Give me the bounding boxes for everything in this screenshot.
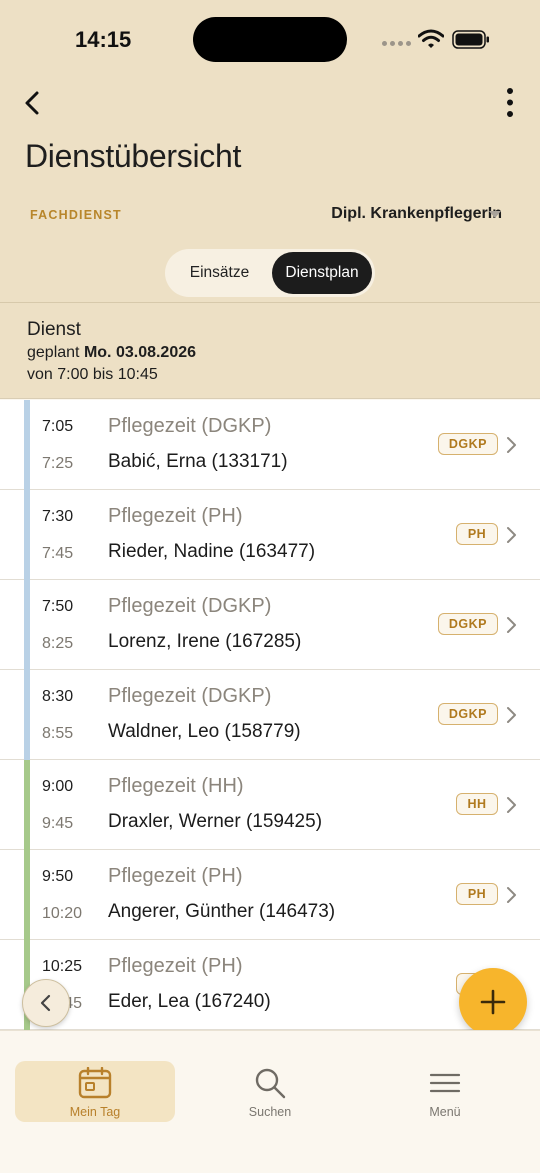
- tab-label: Mein Tag: [69, 1105, 121, 1119]
- tab-mein-tag[interactable]: Mein Tag: [15, 1061, 175, 1122]
- qualification-badge: DGKP: [437, 613, 498, 635]
- patient-name: Eder, Lea (167240): [108, 991, 271, 1012]
- back-button[interactable]: [18, 86, 48, 120]
- time-start: 9:50: [42, 868, 74, 885]
- time-end: 7:25: [42, 455, 74, 472]
- patient-name: Draxler, Werner (159425): [108, 811, 323, 832]
- time-end: 7:45: [42, 545, 74, 562]
- tab-suchen[interactable]: Suchen: [190, 1061, 350, 1122]
- chevron-left-icon: [40, 994, 51, 1012]
- service-name: Pflegezeit (DGKP): [108, 685, 272, 707]
- service-name: Pflegezeit (PH): [108, 505, 243, 527]
- wifi-icon: [418, 29, 444, 48]
- row-color-bar: [24, 760, 30, 850]
- chevron-left-icon: [25, 91, 39, 115]
- qualification-badge: DGKP: [437, 703, 498, 725]
- search-icon: [255, 1068, 286, 1099]
- chevron-right-icon: [507, 707, 516, 723]
- appointment-row[interactable]: 9:50 10:20 Pflegezeit (PH) Angerer, Günt…: [0, 850, 540, 940]
- plus-icon: [480, 989, 506, 1015]
- appointment-row[interactable]: 7:30 7:45 Pflegezeit (PH) Rieder, Nadine…: [0, 490, 540, 580]
- appointment-row[interactable]: 7:50 8:25 Pflegezeit (DGKP) Lorenz, Iren…: [0, 580, 540, 670]
- dienst-time-range: von 7:00 bis 10:45: [27, 366, 158, 383]
- row-color-bar: [24, 580, 30, 670]
- tab-bar: Mein Tag Suchen Menü: [0, 1030, 540, 1173]
- previous-button[interactable]: [22, 979, 70, 1027]
- time-start: 7:30: [42, 508, 74, 525]
- battery-icon: [452, 30, 489, 49]
- status-time: 14:15: [75, 27, 132, 52]
- qualification-badge: HH: [456, 793, 498, 815]
- time-start: 7:50: [42, 598, 74, 615]
- patient-name: Rieder, Nadine (163477): [108, 541, 316, 562]
- service-name: Pflegezeit (PH): [108, 955, 243, 977]
- row-color-bar: [24, 850, 30, 940]
- row-color-bar: [24, 400, 30, 490]
- page-title: Dienstübersicht: [25, 138, 242, 174]
- time-end: 10:20: [42, 905, 83, 922]
- patient-name: Lorenz, Irene (167285): [108, 631, 302, 652]
- patient-name: Angerer, Günther (146473): [108, 901, 336, 922]
- patient-name: Babić, Erna (133171): [108, 451, 288, 472]
- qualification-badge: PH: [456, 883, 498, 905]
- more-vertical-icon: [507, 88, 513, 117]
- role-select[interactable]: Dipl. KrankenpflegerIn: [331, 205, 502, 223]
- service-name: Pflegezeit (PH): [108, 865, 243, 887]
- time-start: 10:25: [42, 958, 83, 975]
- tab-menu[interactable]: Menü: [365, 1061, 525, 1122]
- chevron-right-icon: [507, 887, 516, 903]
- time-start: 7:05: [42, 418, 74, 435]
- appointment-row[interactable]: 8:30 8:55 Pflegezeit (DGKP) Waldner, Leo…: [0, 670, 540, 760]
- header: 14:15 Dienstübersicht FACHDIENST Dipl. K…: [0, 0, 540, 302]
- tab-label: Menü: [429, 1105, 461, 1119]
- appointment-row[interactable]: 7:05 7:25 Pflegezeit (DGKP) Babić, Erna …: [0, 400, 540, 490]
- chevron-right-icon: [507, 617, 516, 633]
- dynamic-island: [193, 17, 347, 62]
- row-color-bar: [24, 490, 30, 580]
- caret-down-icon[interactable]: [489, 211, 501, 219]
- dienst-title: Dienst: [27, 319, 81, 340]
- planned-prefix: geplant: [27, 344, 80, 361]
- segment-dienstplan[interactable]: Dienstplan: [272, 252, 372, 294]
- chevron-right-icon: [507, 527, 516, 543]
- signal-icon: [382, 41, 411, 46]
- more-options-button[interactable]: [498, 86, 522, 120]
- status-bar: 14:15: [0, 0, 540, 80]
- appointment-row[interactable]: 9:00 9:45 Pflegezeit (HH) Draxler, Werne…: [0, 760, 540, 850]
- dienst-summary: Dienst geplant Mo. 03.08.2026 von 7:00 b…: [0, 302, 540, 399]
- segment-einsaetze[interactable]: Einsätze: [169, 252, 270, 294]
- service-name: Pflegezeit (HH): [108, 775, 244, 797]
- tab-label: Suchen: [248, 1105, 292, 1119]
- add-button[interactable]: [459, 968, 527, 1036]
- appointment-row[interactable]: 10:25 10:45 Pflegezeit (PH) Eder, Lea (1…: [0, 940, 540, 1030]
- time-end: 9:45: [42, 815, 74, 832]
- role-select-value: Dipl. KrankenpflegerIn: [331, 205, 502, 222]
- planned-date: Mo. 03.08.2026: [83, 344, 197, 361]
- row-color-bar: [24, 670, 30, 760]
- time-start: 8:30: [42, 688, 74, 705]
- menu-icon: [429, 1073, 461, 1093]
- appointment-list: 7:05 7:25 Pflegezeit (DGKP) Babić, Erna …: [0, 400, 540, 1030]
- role-label: FACHDIENST: [30, 208, 122, 222]
- qualification-badge: DGKP: [437, 433, 498, 455]
- dienst-planned-date: geplant Mo. 03.08.2026: [27, 344, 196, 362]
- view-segmented-control: Einsätze Dienstplan: [165, 249, 375, 297]
- chevron-right-icon: [507, 437, 516, 453]
- chevron-right-icon: [507, 797, 516, 813]
- time-end: 8:25: [42, 635, 74, 652]
- qualification-badge: PH: [456, 523, 498, 545]
- calendar-icon: [78, 1067, 112, 1099]
- service-name: Pflegezeit (DGKP): [108, 595, 272, 617]
- service-name: Pflegezeit (DGKP): [108, 415, 272, 437]
- time-end: 8:55: [42, 725, 74, 742]
- time-start: 9:00: [42, 778, 74, 795]
- patient-name: Waldner, Leo (158779): [108, 721, 301, 742]
